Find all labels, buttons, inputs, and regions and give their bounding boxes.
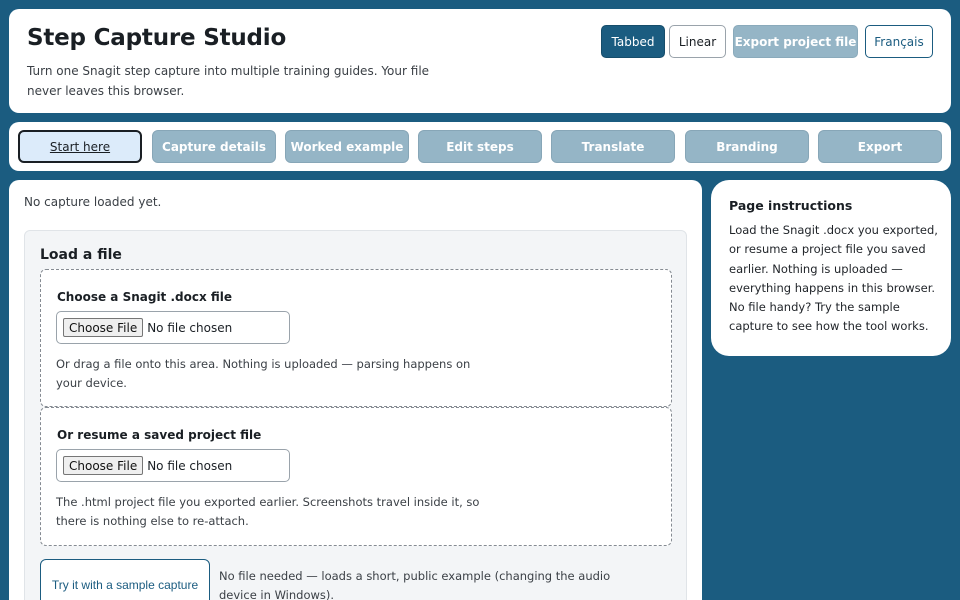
docx-file-status: No file chosen xyxy=(147,320,233,335)
project-dropzone[interactable]: Or resume a saved project file Choose Fi… xyxy=(40,407,672,546)
docx-dropzone[interactable]: Choose a Snagit .docx file Choose File N… xyxy=(40,269,672,407)
tab-worked-example[interactable]: Worked example xyxy=(285,130,409,163)
tabbed-view-button[interactable]: Tabbed xyxy=(601,25,665,58)
project-file-input[interactable]: Choose File No file chosen xyxy=(56,449,290,482)
project-file-status: No file chosen xyxy=(147,458,233,473)
app-title: Step Capture Studio xyxy=(27,25,287,51)
app-subtitle: Turn one Snagit step capture into multip… xyxy=(27,64,430,98)
tab-start-here[interactable]: Start here xyxy=(18,130,142,163)
main-panel: No capture loaded yet. Load a file Choos… xyxy=(9,180,702,600)
docx-file-input[interactable]: Choose File No file chosen xyxy=(56,311,290,344)
capture-status: No capture loaded yet. xyxy=(24,195,162,209)
linear-view-button[interactable]: Linear xyxy=(669,25,726,58)
tab-export[interactable]: Export xyxy=(818,130,942,163)
tab-edit-steps[interactable]: Edit steps xyxy=(418,130,542,163)
tab-bar: Start here Capture details Worked exampl… xyxy=(9,122,951,171)
tab-branding[interactable]: Branding xyxy=(685,130,809,163)
project-label: Or resume a saved project file xyxy=(57,428,262,442)
page-instructions: Page instructions Load the Snagit .docx … xyxy=(711,180,951,356)
docx-help-text: Or drag a file onto this area. Nothing i… xyxy=(56,357,471,390)
language-button[interactable]: Français xyxy=(865,25,933,58)
instructions-title: Page instructions xyxy=(729,198,853,213)
instructions-body: Load the Snagit .docx you exported, or r… xyxy=(729,223,938,334)
load-file-title: Load a file xyxy=(40,247,122,263)
tab-capture-details[interactable]: Capture details xyxy=(152,130,276,163)
project-choose-file-button[interactable]: Choose File xyxy=(63,456,144,475)
app-header: Step Capture Studio Turn one Snagit step… xyxy=(9,9,951,113)
tab-translate[interactable]: Translate xyxy=(551,130,675,163)
load-file-panel: Load a file Choose a Snagit .docx file C… xyxy=(24,230,687,600)
export-project-button[interactable]: Export project file xyxy=(733,25,858,58)
sample-capture-button[interactable]: Try it with a sample capture xyxy=(40,559,210,600)
project-help-text: The .html project file you exported earl… xyxy=(56,495,480,528)
docx-label: Choose a Snagit .docx file xyxy=(57,290,233,304)
sample-capture-note: No file needed — loads a short, public e… xyxy=(219,569,611,600)
docx-choose-file-button[interactable]: Choose File xyxy=(63,318,144,337)
